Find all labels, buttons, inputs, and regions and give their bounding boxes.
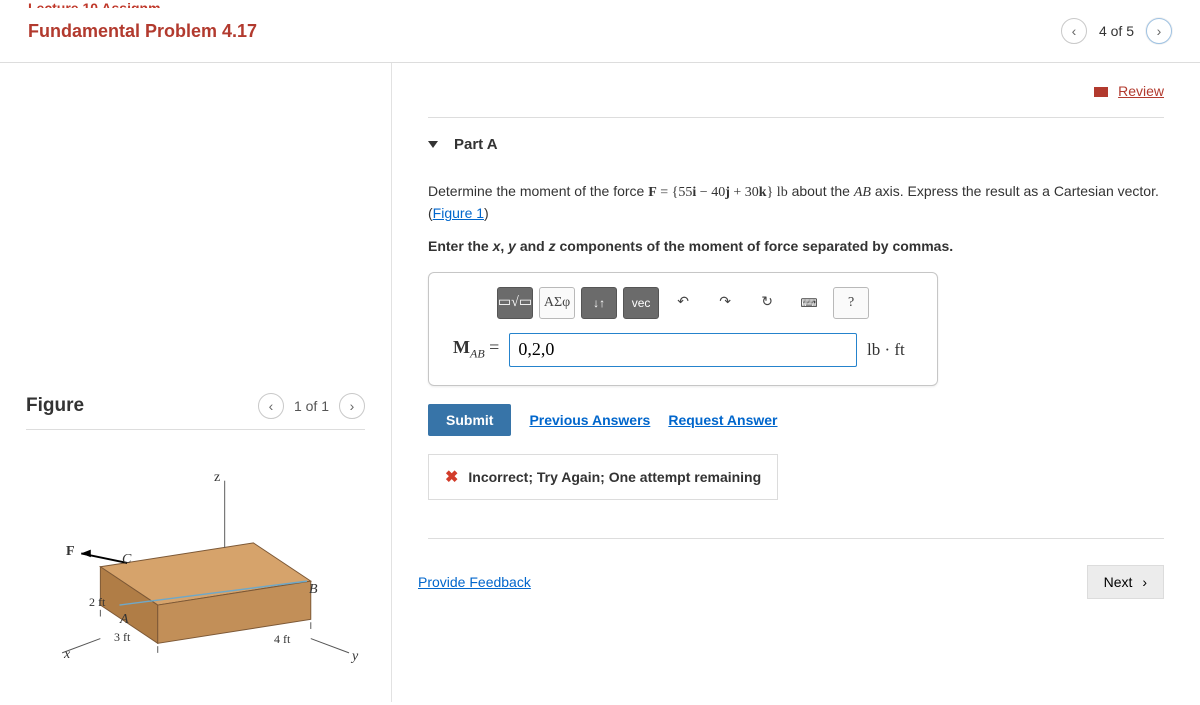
problem-prompt: Determine the moment of the force F = {5… xyxy=(428,171,1164,232)
figure-title: Figure xyxy=(26,395,84,417)
point-C-label: C xyxy=(122,552,131,568)
axis-x-label: x xyxy=(64,647,70,663)
incorrect-icon: ✖ xyxy=(445,467,458,487)
redo-button[interactable]: ↷ xyxy=(707,287,743,319)
problem-title: Fundamental Problem 4.17 xyxy=(28,21,257,42)
part-a: Part A Determine the moment of the force… xyxy=(428,117,1164,539)
submit-button[interactable]: Submit xyxy=(428,404,511,436)
figure-page-count: 1 of 1 xyxy=(294,398,329,414)
vec-button[interactable]: vec xyxy=(623,287,659,319)
feedback-text: Incorrect; Try Again; One attempt remain… xyxy=(468,469,761,485)
page-count: 4 of 5 xyxy=(1099,23,1134,39)
figure-1-link[interactable]: Figure 1 xyxy=(433,205,484,221)
equation-toolbar: ▭√▭ ΑΣφ ↓↑ vec ↶ ↷ ↻ ⌨ ? xyxy=(453,287,913,319)
subsuper-button[interactable]: ↓↑ xyxy=(581,287,617,319)
feedback-message: ✖ Incorrect; Try Again; One attempt rema… xyxy=(428,454,778,500)
keyboard-button[interactable]: ⌨ xyxy=(791,287,827,319)
answer-input[interactable] xyxy=(509,333,857,367)
dim-4ft: 4 ft xyxy=(274,632,290,647)
request-answer-link[interactable]: Request Answer xyxy=(668,412,777,428)
force-F-label: F xyxy=(66,544,75,560)
next-problem-button[interactable]: › xyxy=(1146,18,1172,44)
breadcrumb[interactable]: Lecture 10 Assignm... xyxy=(0,0,1200,8)
moment-label: MAB = xyxy=(453,337,499,362)
undo-button[interactable]: ↶ xyxy=(665,287,701,319)
answer-box: ▭√▭ ΑΣφ ↓↑ vec ↶ ↷ ↻ ⌨ ? MAB = xyxy=(428,272,938,386)
part-a-toggle[interactable]: Part A xyxy=(428,118,1164,171)
greek-button[interactable]: ΑΣφ xyxy=(539,287,575,319)
review-link[interactable]: Review xyxy=(1118,83,1164,99)
previous-answers-link[interactable]: Previous Answers xyxy=(529,412,650,428)
next-button[interactable]: Next › xyxy=(1087,565,1164,599)
chevron-down-icon xyxy=(428,141,438,148)
input-instruction: Enter the x, y and z components of the m… xyxy=(428,232,1164,272)
figure-next-button[interactable]: › xyxy=(339,393,365,419)
reset-button[interactable]: ↻ xyxy=(749,287,785,319)
problem-pager: ‹ 4 of 5 › xyxy=(1061,18,1172,44)
prev-problem-button[interactable]: ‹ xyxy=(1061,18,1087,44)
figure-pager: ‹ 1 of 1 › xyxy=(258,393,365,419)
template-button[interactable]: ▭√▭ xyxy=(497,287,533,319)
part-a-title: Part A xyxy=(454,136,498,153)
point-A-label: A xyxy=(120,612,129,628)
unit-label: lb · ft xyxy=(867,340,913,360)
figure-diagram: z F C B A 2 ft 3 ft 4 ft x y xyxy=(26,452,365,682)
point-B-label: B xyxy=(309,582,318,598)
axis-y-label: y xyxy=(352,649,358,665)
axis-z-label: z xyxy=(214,470,220,486)
dim-2ft: 2 ft xyxy=(89,595,105,610)
figure-prev-button[interactable]: ‹ xyxy=(258,393,284,419)
chevron-right-icon: › xyxy=(1138,574,1147,590)
provide-feedback-link[interactable]: Provide Feedback xyxy=(418,574,531,590)
problem-header: Fundamental Problem 4.17 ‹ 4 of 5 › xyxy=(0,8,1200,63)
help-button[interactable]: ? xyxy=(833,287,869,319)
dim-3ft: 3 ft xyxy=(114,630,130,645)
flag-icon xyxy=(1094,87,1108,97)
